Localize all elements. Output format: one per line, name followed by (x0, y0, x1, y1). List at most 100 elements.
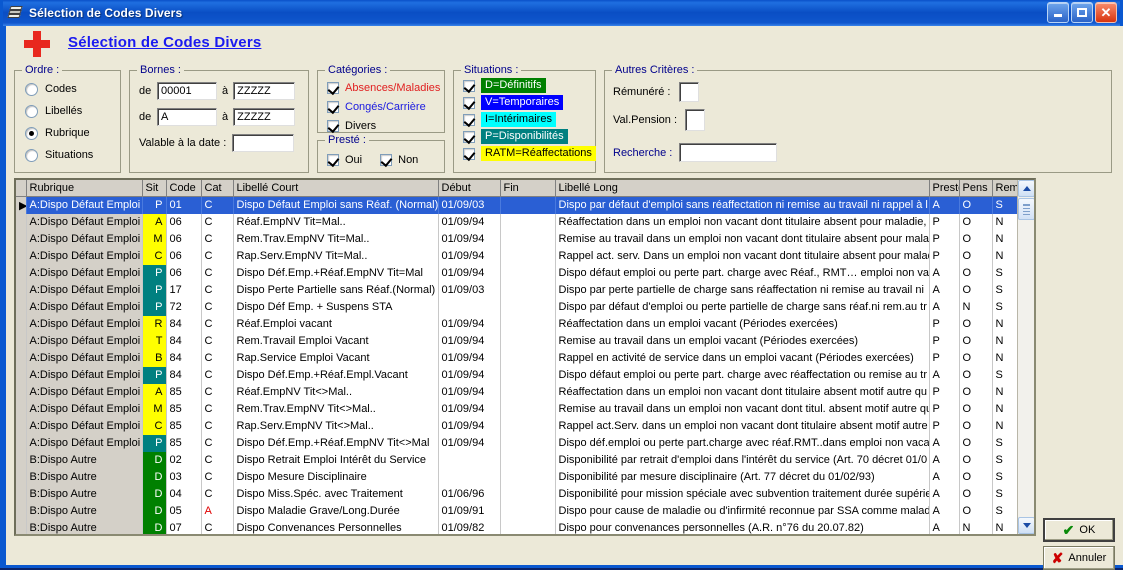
bornes-date-input[interactable] (232, 134, 295, 152)
checkbox-situation-definitifs[interactable]: D=Définitifs (463, 77, 595, 94)
row-marker (16, 281, 27, 299)
col-header-fin[interactable]: Fin (500, 180, 556, 197)
col-header-preste[interactable]: Presté (929, 180, 960, 197)
col-header-libelle-court[interactable]: Libellé Court (233, 180, 439, 197)
col-header-debut[interactable]: Début (438, 180, 501, 197)
col-header-code[interactable]: Code (166, 180, 202, 197)
table-row[interactable]: A:Dispo Défaut Emploi P 72 C Dispo Déf Emp. … (16, 298, 1029, 316)
cell-rubrique: A:Dispo Défaut Emploi (26, 298, 143, 316)
cell-debut: 01/09/94 (438, 315, 501, 333)
cell-pens: O (959, 196, 993, 214)
remunere-input[interactable] (679, 82, 699, 102)
cell-fin (500, 230, 556, 248)
cell-libelle-long: Dispo par perte partielle de charge sans… (555, 281, 930, 299)
checkbox-situation-interimaires[interactable]: I=Intérimaires (463, 111, 595, 128)
close-icon: ✕ (1100, 5, 1112, 20)
table-row[interactable]: A:Dispo Défaut Emploi P 17 C Dispo Perte Par… (16, 281, 1029, 299)
table-row[interactable]: A:Dispo Défaut Emploi C 85 C Rap.Serv.EmpNV … (16, 417, 1029, 435)
cell-sit: P (142, 434, 167, 452)
table-row[interactable]: A:Dispo Défaut Emploi R 84 C Réaf.Emploi vac… (16, 315, 1029, 333)
table-row[interactable]: B:Dispo Autre D 03 C Dispo Mesure Disciplina… (16, 468, 1029, 486)
table-row[interactable]: ▶A:Dispo Défaut EmploiP01CDispo Défaut E… (16, 196, 1029, 214)
cell-code: 03 (166, 468, 202, 486)
cell-pens: O (959, 451, 993, 469)
row-marker (16, 366, 27, 384)
valpension-input[interactable] (685, 109, 705, 131)
cell-preste: A (929, 366, 960, 384)
categories-title: Catégories : (325, 64, 391, 76)
checkbox-situation-disponibilites-label: P=Disponibilités (481, 129, 568, 144)
scroll-up-button[interactable] (1018, 180, 1034, 197)
table-row[interactable]: A:Dispo Défaut Emploi B 84 C Rap.Service Emp… (16, 349, 1029, 367)
checkbox-situation-temporaires[interactable]: V=Temporaires (463, 94, 595, 111)
bornes-from-1[interactable]: 00001 (157, 82, 217, 100)
scroll-thumb[interactable] (1018, 198, 1034, 220)
checkbox-indicator (380, 153, 393, 166)
table-row[interactable]: A:Dispo Défaut Emploi A 85 C Réaf.EmpNV Tit<… (16, 383, 1029, 401)
table-row[interactable]: A:Dispo Défaut Emploi P 84 C Dispo Déf.Emp.+… (16, 366, 1029, 384)
scroll-down-button[interactable] (1018, 517, 1034, 534)
recherche-input[interactable] (679, 143, 777, 162)
checkbox-absences-maladies[interactable]: Absences/Maladies (327, 78, 444, 97)
col-header-pens[interactable]: Pens (959, 180, 993, 197)
cell-rubrique: A:Dispo Défaut Emploi (26, 383, 143, 401)
table-row[interactable]: B:Dispo Autre D 04 C Dispo Miss.Spéc. avec T… (16, 485, 1029, 503)
table-row[interactable]: A:Dispo Défaut Emploi P 06 C Dispo Déf.Emp.+… (16, 264, 1029, 282)
radio-codes[interactable]: Codes (25, 78, 120, 100)
col-header-sit[interactable]: Sit (142, 180, 167, 197)
row-marker (16, 451, 27, 469)
maximize-button[interactable] (1071, 2, 1093, 23)
col-header-rubrique[interactable]: Rubrique (26, 180, 143, 197)
cell-libelle-long: Remise au travail dans un emploi non vac… (555, 400, 930, 418)
radio-rubrique[interactable]: Rubrique (25, 122, 120, 144)
cell-fin (500, 451, 556, 469)
cell-libelle-court: Réaf.Emploi vacant (233, 315, 439, 333)
table-row[interactable]: A:Dispo Défaut Emploi A 06 C Réaf.EmpNV Tit=… (16, 213, 1029, 231)
col-header-libelle-long[interactable]: Libellé Long (555, 180, 930, 197)
checkbox-conges-carriere[interactable]: Congés/Carrière (327, 97, 444, 116)
page-title: Sélection de Codes Divers (68, 34, 262, 51)
table-row[interactable]: B:Dispo Autre D 07 C Dispo Convenances Perso… (16, 519, 1029, 534)
bornes-to-1[interactable]: ZZZZZ (233, 82, 296, 100)
cell-debut: 01/09/94 (438, 247, 501, 265)
cell-debut: 01/09/94 (438, 213, 501, 231)
checkbox-situation-disponibilites[interactable]: P=Disponibilités (463, 128, 595, 145)
grid-vertical-scrollbar[interactable] (1017, 180, 1034, 534)
results-grid[interactable]: Rubrique Sit Code Cat Libellé Court Débu… (14, 178, 1036, 536)
checkbox-situation-reaffectations[interactable]: RATM=Réaffectations (463, 145, 596, 162)
bornes-from-2[interactable]: A (157, 108, 217, 126)
checkbox-indicator (327, 153, 339, 166)
ordre-groupbox: Ordre : Codes Libellés Rubrique Situatio… (14, 64, 121, 173)
table-row[interactable]: A:Dispo Défaut Emploi M 06 C Rem.Trav.EmpNV … (16, 230, 1029, 248)
bornes-to-2[interactable]: ZZZZZ (233, 108, 296, 126)
checkbox-divers-label: Divers (345, 119, 377, 132)
ok-button[interactable]: ✔ OK (1043, 518, 1115, 542)
cell-preste: A (929, 434, 960, 452)
cell-code: 07 (166, 519, 202, 534)
table-row[interactable]: A:Dispo Défaut Emploi P 85 C Dispo Déf.Emp.+… (16, 434, 1029, 452)
radio-situations[interactable]: Situations (25, 144, 120, 166)
checkbox-divers[interactable]: Divers (327, 116, 444, 135)
table-row[interactable]: B:Dispo Autre D 02 C Dispo Retrait Emploi In… (16, 451, 1029, 469)
cell-fin (500, 196, 556, 214)
checkbox-preste-non[interactable]: Non (380, 150, 418, 169)
table-row[interactable]: A:Dispo Défaut Emploi T 84 C Rem.Travail Emp… (16, 332, 1029, 350)
checkbox-preste-oui[interactable]: Oui (327, 150, 362, 169)
table-row[interactable]: A:Dispo Défaut Emploi C 06 C Rap.Serv.EmpNV … (16, 247, 1029, 265)
cell-libelle-long: Dispo par défaut d'emploi ou perte parti… (555, 298, 930, 316)
table-row[interactable]: A:Dispo Défaut Emploi M 85 C Rem.Trav.EmpNV … (16, 400, 1029, 418)
cell-pens: O (959, 502, 993, 520)
cell-rubrique: B:Dispo Autre (26, 519, 143, 534)
col-header-cat[interactable]: Cat (201, 180, 234, 197)
cell-sit: M (142, 230, 167, 248)
cell-pens: O (959, 230, 993, 248)
minimize-button[interactable] (1047, 2, 1069, 23)
row-marker: ▶ (16, 196, 27, 214)
cell-code: 85 (166, 400, 202, 418)
radio-libelles[interactable]: Libellés (25, 100, 120, 122)
cancel-button[interactable]: ✘ Annuler (1043, 546, 1115, 570)
close-button[interactable]: ✕ (1095, 2, 1117, 23)
cell-debut: 01/09/94 (438, 230, 501, 248)
table-row[interactable]: B:Dispo Autre D 05 A Dispo Maladie Grave/Lon… (16, 502, 1029, 520)
cell-libelle-court: Rap.Serv.EmpNV Tit<>Mal.. (233, 417, 439, 435)
